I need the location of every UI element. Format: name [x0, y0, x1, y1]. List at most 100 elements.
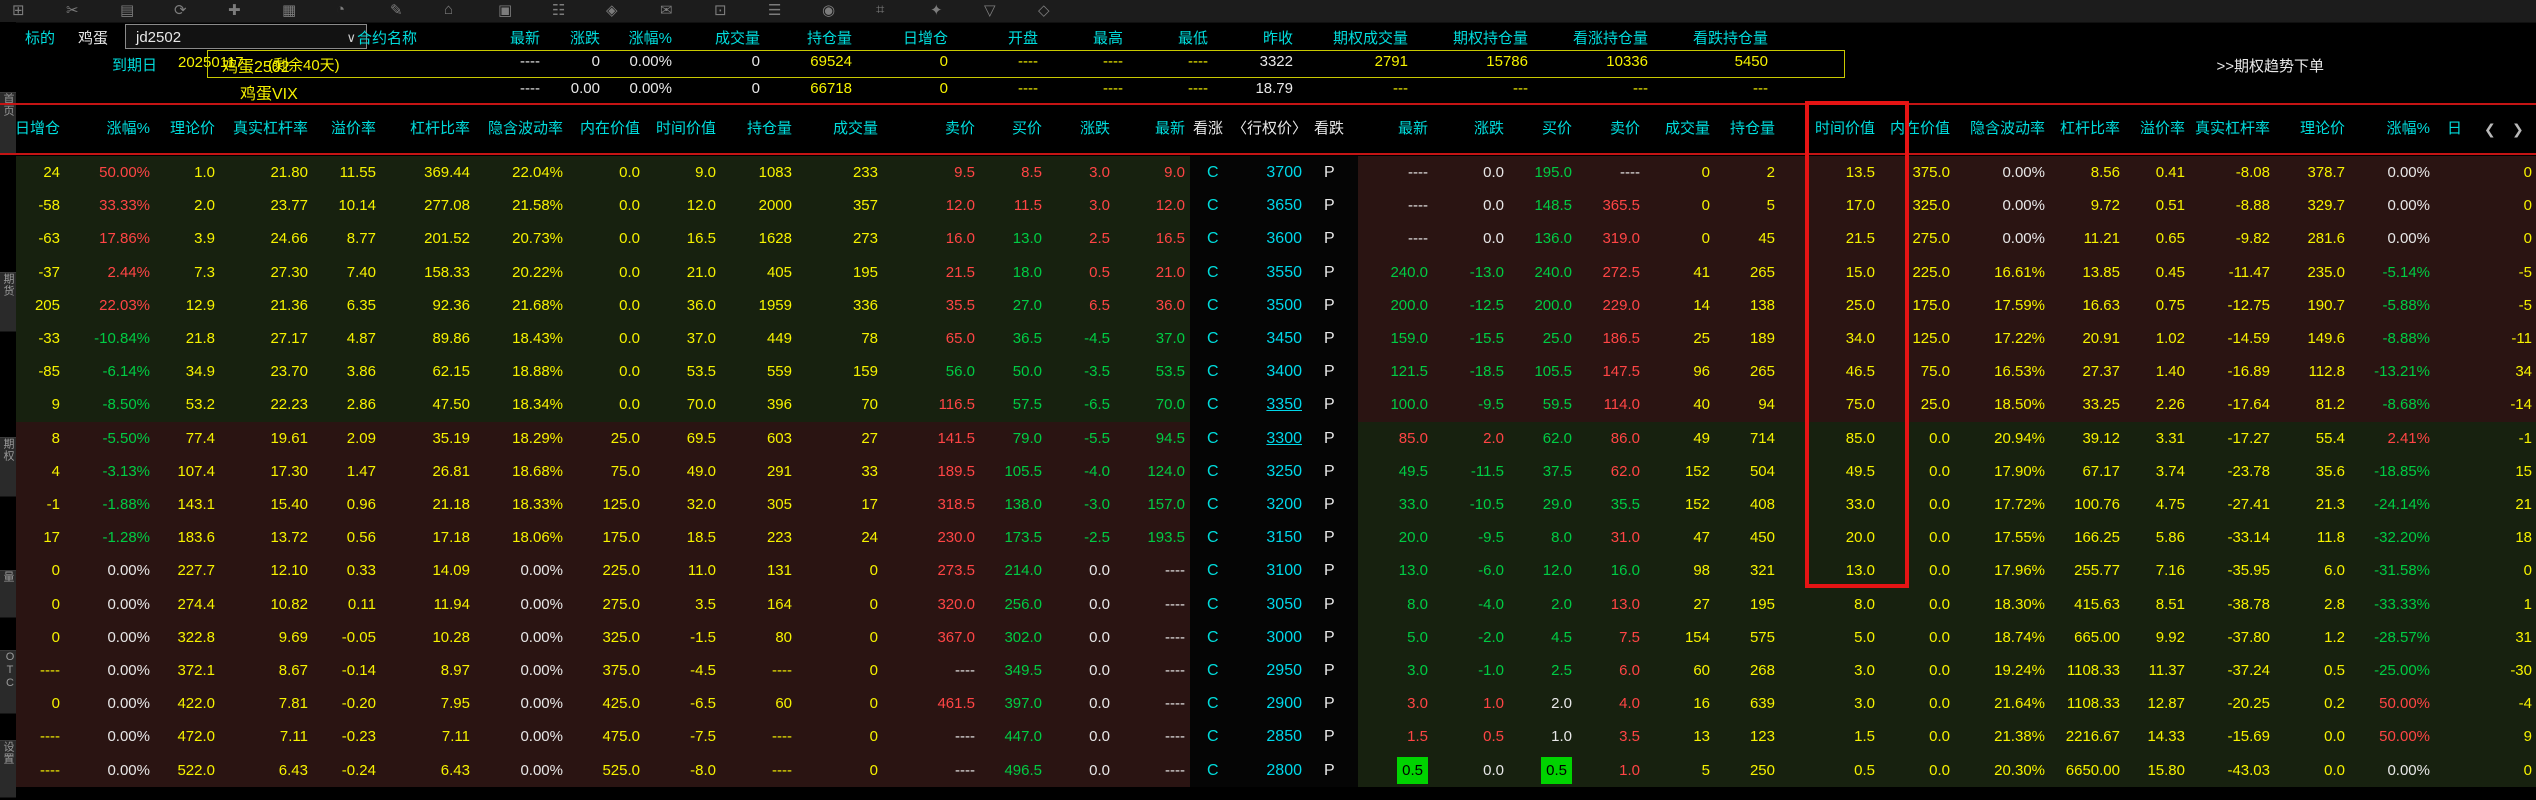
table-row-strike-2850[interactable]: ---- 0.00% 472.0 7.11 -0.23 7.11 0.00% 475.0 -7.… [0, 720, 2536, 754]
call-col-header: 持仓量 [746, 120, 792, 137]
put-day-oi: 0 [2523, 230, 2532, 248]
toolbar-icon[interactable]: ◇ [1038, 1, 1050, 19]
toolbar-icon[interactable]: ▣ [498, 1, 512, 19]
table-row-strike-3300[interactable]: 8 -5.50% 77.4 19.61 2.09 35.19 18.29% 25.0 69.5 6… [0, 421, 2536, 455]
table-row-strike-3000[interactable]: 0 0.00% 322.8 9.69 -0.05 10.28 0.00% 325.0 -1.5 8… [0, 620, 2536, 654]
call-chg: -2.5 [1084, 529, 1110, 547]
toolbar-icon[interactable]: ⊞ [12, 1, 25, 19]
put-theo-price: 0.0 [2324, 761, 2345, 779]
toolbar-icon[interactable]: ▤ [120, 1, 134, 19]
toolbar-icon[interactable]: ✚ [228, 1, 241, 19]
strike-label: 3050 [1266, 595, 1302, 613]
table-row-strike-3500[interactable]: 205 22.03% 12.9 21.36 6.35 92.36 21.68% 0.0 36.0… [0, 288, 2536, 322]
table-row-strike-2800[interactable]: ---- 0.00% 522.0 6.43 -0.24 6.43 0.00% 525.0 -8.… [0, 753, 2536, 787]
call-flag: C [1207, 761, 1219, 779]
toolbar-icon[interactable]: ⟳ [174, 1, 187, 19]
put-premium-rate: 0.75 [2155, 296, 2185, 314]
put-open-interest: 2 [1766, 164, 1775, 181]
put-volume: 60 [1693, 662, 1710, 679]
table-row-strike-3450[interactable]: -33 -10.84% 21.8 27.17 4.87 89.86 18.43% 0.0 37.… [0, 322, 2536, 356]
call-time-value: -7.5 [690, 728, 716, 746]
call-impl-vol: 18.68% [512, 462, 563, 480]
toolbar-icon[interactable]: ☰ [768, 1, 781, 19]
put-open-interest: 250 [1749, 761, 1775, 779]
toolbar-icon[interactable]: ◈ [606, 1, 618, 19]
table-row-strike-3350[interactable]: 9 -8.50% 53.2 22.23 2.86 47.50 18.34% 0.0 70.0 39… [0, 388, 2536, 422]
put-real-leverage: -23.78 [2227, 462, 2270, 480]
call-intrinsic: 225.0 [602, 562, 640, 580]
table-row-strike-3150[interactable]: 17 -1.28% 183.6 13.72 0.56 17.18 18.06% 175.0 18… [0, 521, 2536, 555]
call-chg-pct: 50.00% [99, 164, 150, 181]
call-ask: 189.5 [937, 462, 975, 480]
call-flag: C [1207, 363, 1219, 381]
call-leverage-ratio: 21.18 [432, 496, 470, 513]
put-premium-rate: 15.80 [2147, 761, 2185, 779]
toolbar-icon[interactable]: ⊡ [714, 1, 727, 19]
table-row-strike-3250[interactable]: 4 -3.13% 107.4 17.30 1.47 26.81 18.68% 75.0 49.0… [0, 454, 2536, 488]
call-flag: C [1207, 595, 1219, 613]
toolbar-icon[interactable]: ☷ [552, 1, 565, 19]
put-bid: 62.0 [1542, 429, 1572, 447]
put-bid: 240.0 [1534, 263, 1572, 281]
toolbar-icon[interactable]: ✂ [66, 1, 79, 19]
table-row-strike-3200[interactable]: -1 -1.88% 143.1 15.40 0.96 21.18 18.33% 125.0 32… [0, 488, 2536, 522]
put-impl-vol: 21.64% [1994, 695, 2045, 713]
summary-cell: --- [1753, 80, 1768, 97]
put-premium-rate: 2.26 [2155, 396, 2185, 414]
table-row-strike-3700[interactable]: 24 50.00% 1.0 21.80 11.55 369.44 22.04% 0.0 9.0 1… [0, 156, 2536, 190]
toolbar-icon[interactable]: ◉ [822, 1, 835, 19]
toolbar-icon[interactable]: ⌗ [876, 1, 884, 18]
sidebar-tab-1[interactable]: 首页 [0, 92, 16, 154]
summary-cell: 0 [751, 53, 760, 70]
put-chg-pct: 50.00% [2379, 728, 2430, 746]
call-time-value: 69.5 [686, 429, 716, 447]
put-bid: 4.5 [1551, 628, 1572, 646]
toolbar-icon[interactable]: ✎ [390, 1, 403, 19]
put-theo-price: 0.5 [2324, 662, 2345, 679]
call-impl-vol: 0.00% [520, 628, 563, 646]
put-flag: P [1324, 330, 1335, 347]
put-bid: 0.5 [1541, 756, 1572, 784]
toolbar-icon[interactable]: ◔ [336, 1, 345, 18]
call-impl-vol: 18.34% [512, 396, 563, 414]
strike-label: 3250 [1266, 462, 1302, 480]
toolbar-icon[interactable]: ▦ [282, 1, 296, 19]
call-theo-price: 143.1 [177, 496, 215, 513]
contract-row-name[interactable]: 鸡蛋2502 [222, 53, 290, 77]
put-leverage-ratio: 33.25 [2082, 396, 2120, 414]
toolbar-icon[interactable]: ✉ [660, 1, 673, 19]
underlying-label: 标的 [25, 30, 56, 47]
call-col-header: 卖价 [944, 120, 975, 137]
table-row-strike-3600[interactable]: -63 17.86% 3.9 24.66 8.77 201.52 20.73% 0.0 16.5… [0, 222, 2536, 256]
table-row-strike-3400[interactable]: -85 -6.14% 34.9 23.70 3.86 62.15 18.88% 0.0 53.5… [0, 355, 2536, 389]
call-chg: -4.0 [1084, 462, 1110, 480]
put-open-interest: 123 [1749, 728, 1775, 746]
call-chg-pct: -1.88% [102, 496, 150, 513]
contract-select[interactable]: jd2502 ∨ [125, 24, 367, 49]
call-open-interest: 559 [766, 363, 792, 381]
vix-row-name[interactable]: 鸡蛋VIX [240, 80, 298, 104]
put-real-leverage: -37.24 [2227, 662, 2270, 679]
call-chg: 0.0 [1089, 628, 1110, 646]
call-last: ---- [1165, 662, 1185, 679]
table-row-strike-3100[interactable]: 0 0.00% 227.7 12.10 0.33 14.09 0.00% 225.0 11.0 1… [0, 554, 2536, 588]
call-day-oi: 17 [43, 529, 60, 547]
call-flag: C [1207, 628, 1219, 646]
table-row-strike-3650[interactable]: -58 33.33% 2.0 23.77 10.14 277.08 21.58% 0.0 12.… [0, 189, 2536, 223]
scroll-right-icon[interactable]: ❯ [2512, 105, 2524, 153]
summary-cell: --- [1633, 80, 1648, 97]
call-real-leverage: 21.80 [270, 164, 308, 181]
toolbar-icon[interactable]: ✦ [930, 1, 943, 19]
table-row-strike-2900[interactable]: 0 0.00% 422.0 7.81 -0.20 7.95 0.00% 425.0 -6.5 60… [0, 687, 2536, 721]
scroll-left-icon[interactable]: ❮ [2484, 105, 2496, 153]
toolbar-icon[interactable]: ⌂ [444, 1, 453, 18]
call-leverage-ratio: 6.43 [440, 761, 470, 779]
table-row-strike-3550[interactable]: -37 2.44% 7.3 27.30 7.40 158.33 20.22% 0.0 21.0 4… [0, 255, 2536, 289]
table-row-strike-3050[interactable]: 0 0.00% 274.4 10.82 0.11 11.94 0.00% 275.0 3.5 16… [0, 587, 2536, 621]
call-open-interest: 305 [766, 496, 792, 513]
table-row-strike-2950[interactable]: ---- 0.00% 372.1 8.67 -0.14 8.97 0.00% 375.0 -4.… [0, 654, 2536, 688]
option-trend-order-link[interactable]: >>期权趋势下单 [2216, 55, 2324, 76]
call-last: 70.0 [1155, 396, 1185, 414]
toolbar-icon[interactable]: ▽ [984, 1, 996, 19]
call-bid: 57.5 [1012, 396, 1042, 414]
